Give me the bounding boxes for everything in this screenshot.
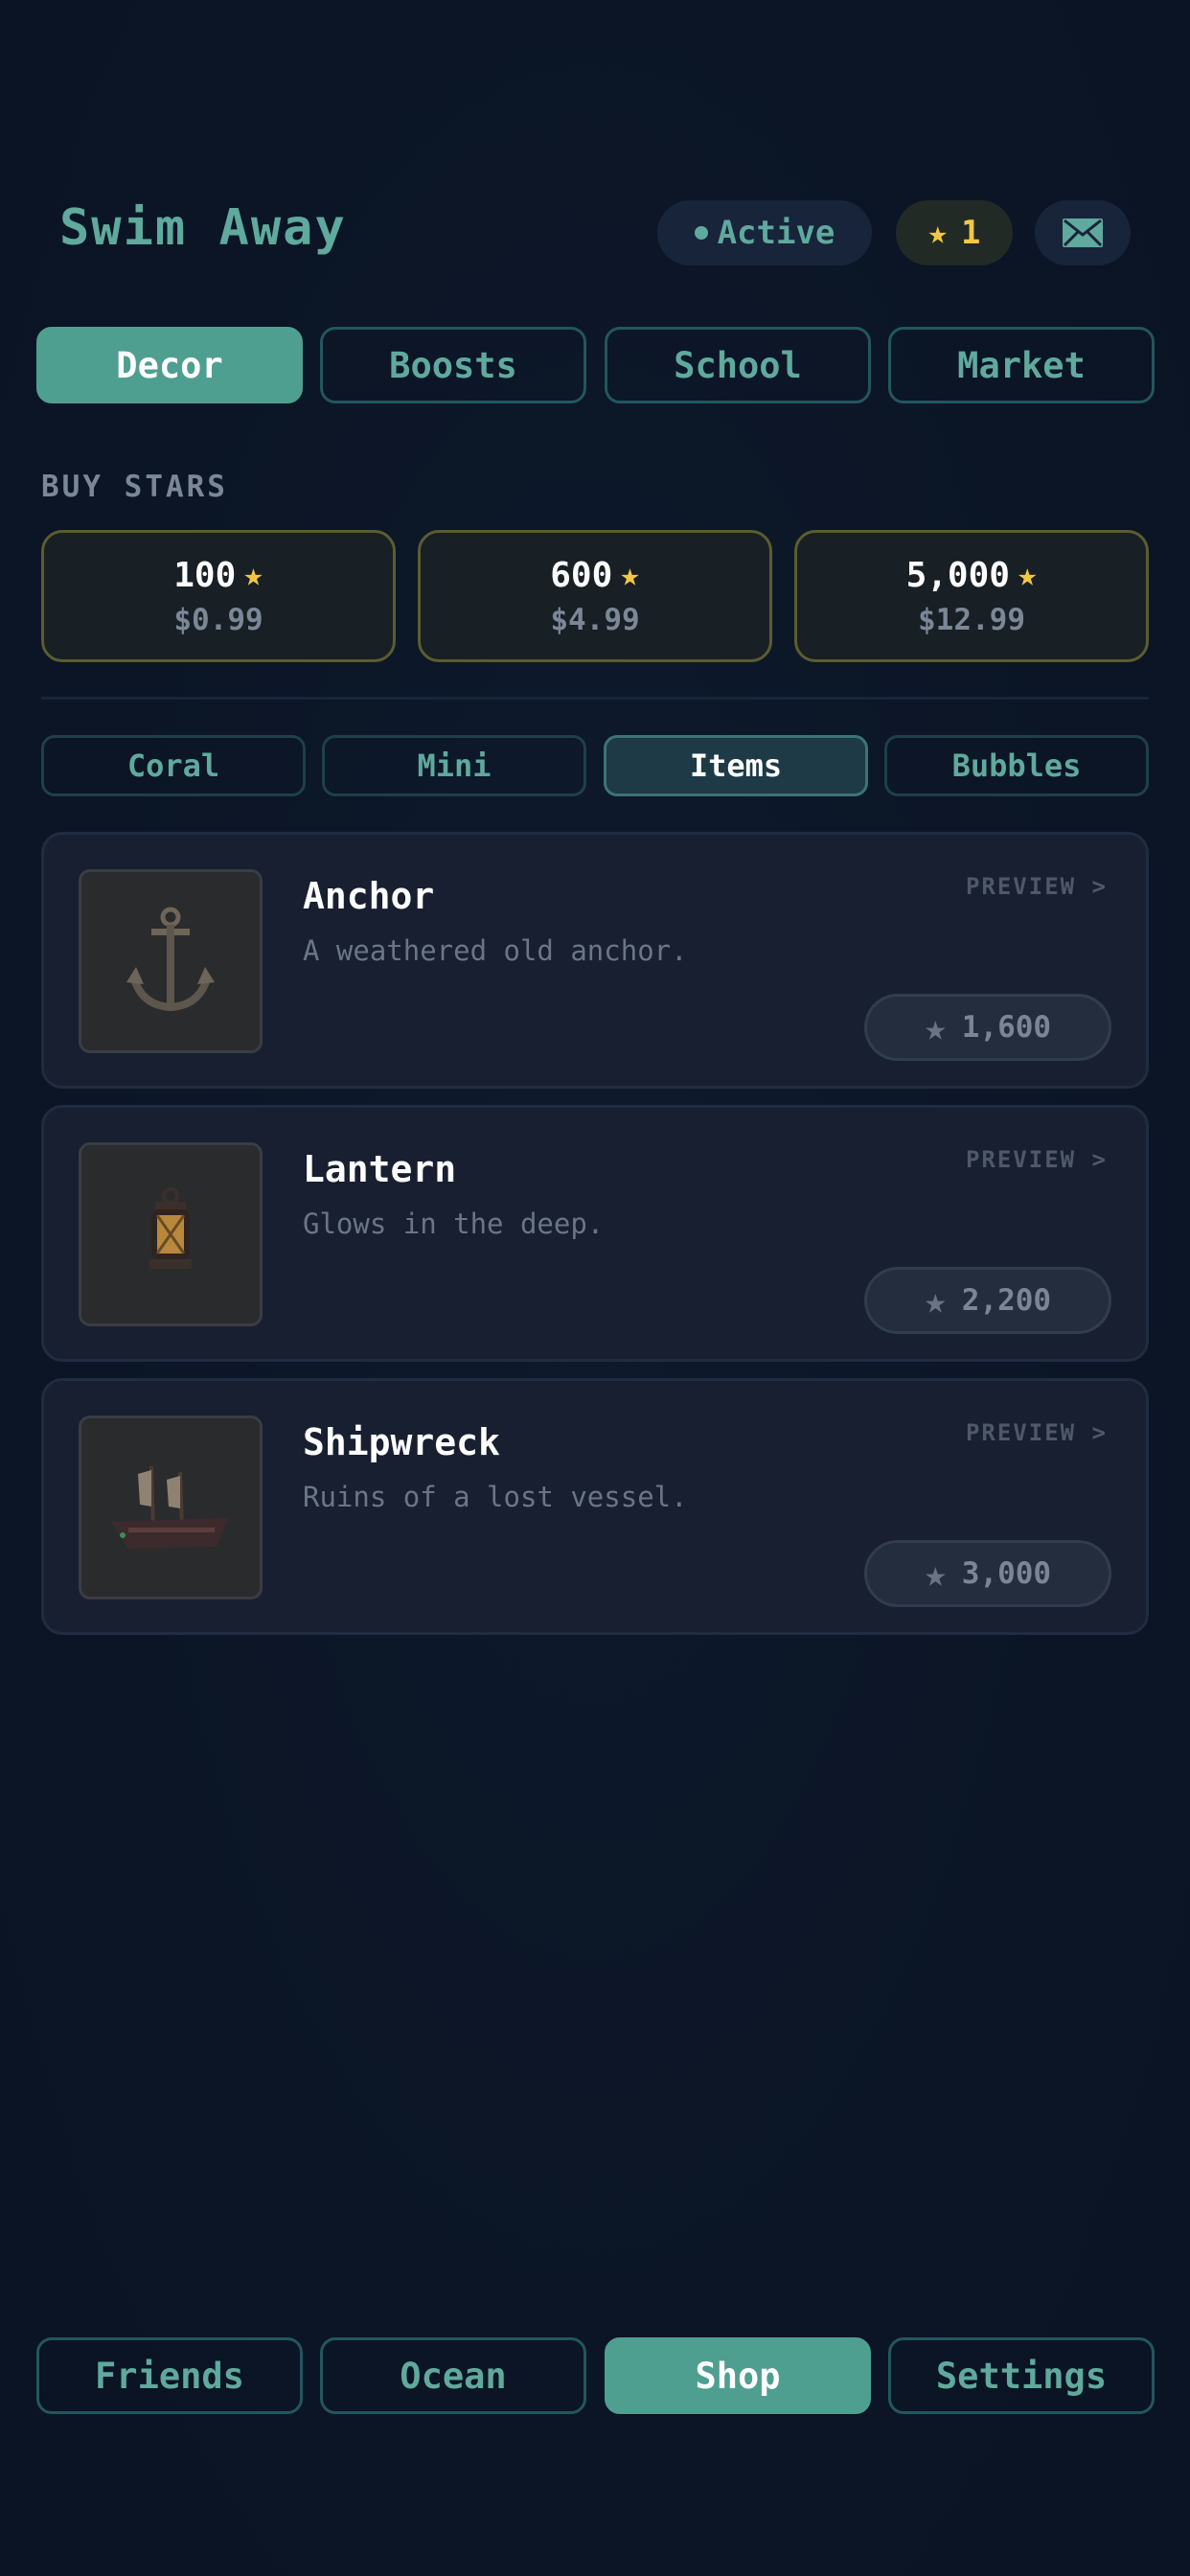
star-icon: ★ bbox=[924, 1552, 947, 1595]
pack-price: $12.99 bbox=[918, 602, 1025, 637]
buy-button[interactable]: ★ 2,200 bbox=[864, 1267, 1111, 1334]
status-label: Active bbox=[717, 214, 835, 252]
star-icon: ★ bbox=[924, 1006, 947, 1048]
subtab-items[interactable]: Items bbox=[604, 735, 868, 796]
star-icon: ★ bbox=[927, 214, 948, 252]
star-balance-value: 1 bbox=[961, 214, 981, 252]
star-pack-100[interactable]: 100 ★ $0.99 bbox=[41, 530, 396, 662]
item-description: Glows in the deep. bbox=[303, 1208, 605, 1240]
lantern-icon bbox=[149, 1187, 192, 1269]
item-description: Ruins of a lost vessel. bbox=[303, 1481, 688, 1513]
item-name: Lantern bbox=[303, 1148, 457, 1190]
buy-button[interactable]: ★ 1,600 bbox=[864, 994, 1111, 1061]
status-dot-icon bbox=[694, 226, 708, 240]
item-name: Anchor bbox=[303, 875, 435, 917]
star-pack-5000[interactable]: 5,000 ★ $12.99 bbox=[794, 530, 1149, 662]
pack-amount: 600 bbox=[550, 555, 613, 595]
star-icon: ★ bbox=[620, 556, 640, 594]
item-description: A weathered old anchor. bbox=[303, 934, 688, 967]
item-price: 1,600 bbox=[961, 1010, 1052, 1045]
pack-amount: 5,000 bbox=[905, 555, 1010, 595]
nav-settings[interactable]: Settings bbox=[888, 2337, 1155, 2414]
divider bbox=[41, 697, 1149, 700]
tab-decor[interactable]: Decor bbox=[36, 327, 303, 403]
pack-price: $0.99 bbox=[173, 602, 263, 637]
preview-link[interactable]: PREVIEW > bbox=[966, 873, 1108, 900]
preview-link[interactable]: PREVIEW > bbox=[966, 1146, 1108, 1173]
status-badge: Active bbox=[657, 200, 872, 265]
tab-market[interactable]: Market bbox=[888, 327, 1155, 403]
subtab-bubbles[interactable]: Bubbles bbox=[884, 735, 1149, 796]
item-name: Shipwreck bbox=[303, 1421, 500, 1463]
item-thumbnail bbox=[79, 869, 263, 1053]
item-price: 3,000 bbox=[961, 1556, 1052, 1591]
nav-friends[interactable]: Friends bbox=[36, 2337, 303, 2414]
pack-amount: 100 bbox=[173, 555, 237, 595]
buy-button[interactable]: ★ 3,000 bbox=[864, 1540, 1111, 1607]
star-balance[interactable]: ★ 1 bbox=[896, 200, 1013, 265]
tab-school[interactable]: School bbox=[605, 327, 871, 403]
shipwreck-icon bbox=[111, 1465, 228, 1549]
star-icon: ★ bbox=[924, 1279, 947, 1322]
anchor-icon bbox=[126, 907, 215, 1012]
mail-icon bbox=[1063, 218, 1103, 247]
item-price: 2,200 bbox=[961, 1283, 1052, 1318]
subtab-coral[interactable]: Coral bbox=[41, 735, 306, 796]
app-title: Swim Away bbox=[59, 199, 347, 257]
star-pack-600[interactable]: 600 ★ $4.99 bbox=[418, 530, 772, 662]
item-card-anchor[interactable]: Anchor A weathered old anchor. PREVIEW >… bbox=[41, 832, 1149, 1089]
nav-ocean[interactable]: Ocean bbox=[320, 2337, 586, 2414]
star-icon: ★ bbox=[1017, 556, 1038, 594]
pack-price: $4.99 bbox=[550, 602, 640, 637]
item-thumbnail bbox=[79, 1415, 263, 1599]
preview-link[interactable]: PREVIEW > bbox=[966, 1419, 1108, 1446]
buy-stars-label: BUY STARS bbox=[41, 470, 228, 504]
item-card-shipwreck[interactable]: Shipwreck Ruins of a lost vessel. PREVIE… bbox=[41, 1378, 1149, 1635]
item-card-lantern[interactable]: Lantern Glows in the deep. PREVIEW > ★ 2… bbox=[41, 1105, 1149, 1362]
star-icon: ★ bbox=[243, 556, 263, 594]
mail-button[interactable] bbox=[1035, 200, 1131, 265]
item-thumbnail bbox=[79, 1142, 263, 1326]
subtab-mini[interactable]: Mini bbox=[322, 735, 586, 796]
nav-shop[interactable]: Shop bbox=[605, 2337, 871, 2414]
tab-boosts[interactable]: Boosts bbox=[320, 327, 586, 403]
